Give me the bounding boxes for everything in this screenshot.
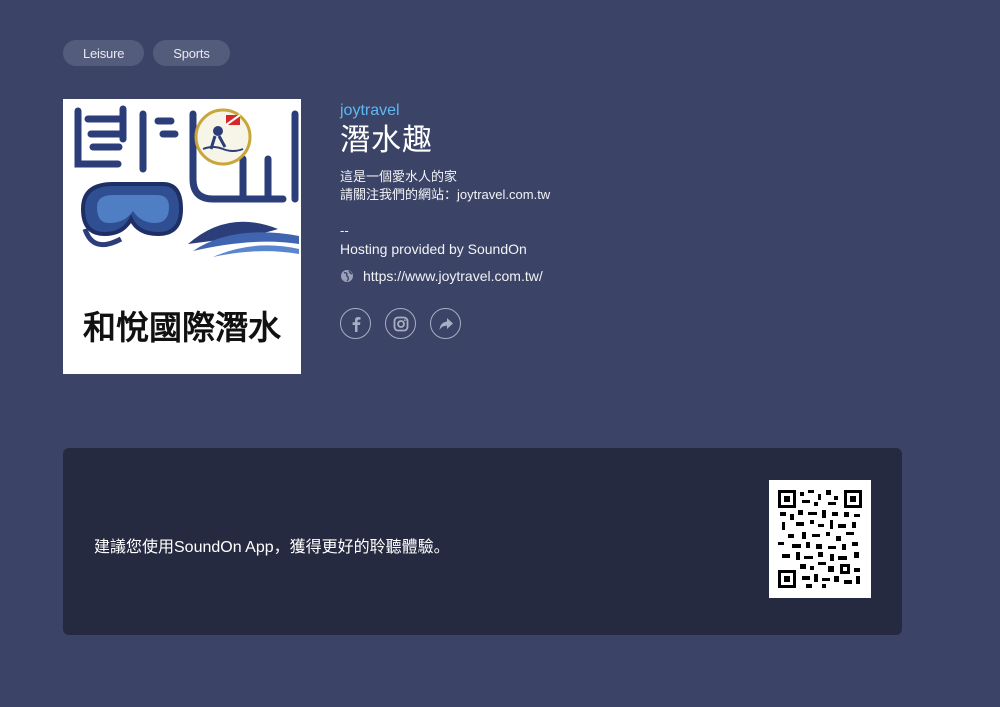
share-icon[interactable] bbox=[430, 308, 461, 339]
tag-leisure[interactable]: Leisure bbox=[63, 40, 145, 66]
facebook-icon[interactable] bbox=[340, 308, 371, 339]
category-tags: Leisure Sports bbox=[63, 40, 230, 66]
dive-logo: 和悅國際潛水 bbox=[74, 105, 299, 347]
podcast-description: 這是一個愛水人的家 請關注我們的網站：joytravel.com.tw -- bbox=[340, 169, 551, 238]
instagram-icon[interactable] bbox=[385, 308, 416, 339]
social-links bbox=[340, 308, 900, 339]
cover-logo-text: 和悅國際潛水 bbox=[83, 308, 282, 347]
author-link[interactable]: joytravel bbox=[340, 100, 900, 122]
app-qr-code[interactable] bbox=[769, 480, 871, 598]
website-link[interactable]: https://www.joytravel.com.tw/ bbox=[340, 268, 900, 284]
app-promo-text: 建議您使用SoundOn App，獲得更好的聆聽體驗。 bbox=[94, 539, 450, 556]
podcast-info: joytravel 潛水趣 這是一個愛水人的家 請關注我們的網站：joytrav… bbox=[340, 100, 900, 339]
podcast-cover-image: 和悅國際潛水 bbox=[63, 99, 301, 374]
globe-icon bbox=[340, 269, 354, 283]
tag-sports[interactable]: Sports bbox=[153, 40, 230, 66]
website-url[interactable]: https://www.joytravel.com.tw/ bbox=[363, 268, 543, 284]
podcast-title: 潛水趣 bbox=[340, 123, 433, 158]
app-promo-banner: 建議您使用SoundOn App，獲得更好的聆聽體驗。 bbox=[63, 448, 902, 635]
hosting-text: Hosting provided by SoundOn bbox=[340, 241, 527, 257]
